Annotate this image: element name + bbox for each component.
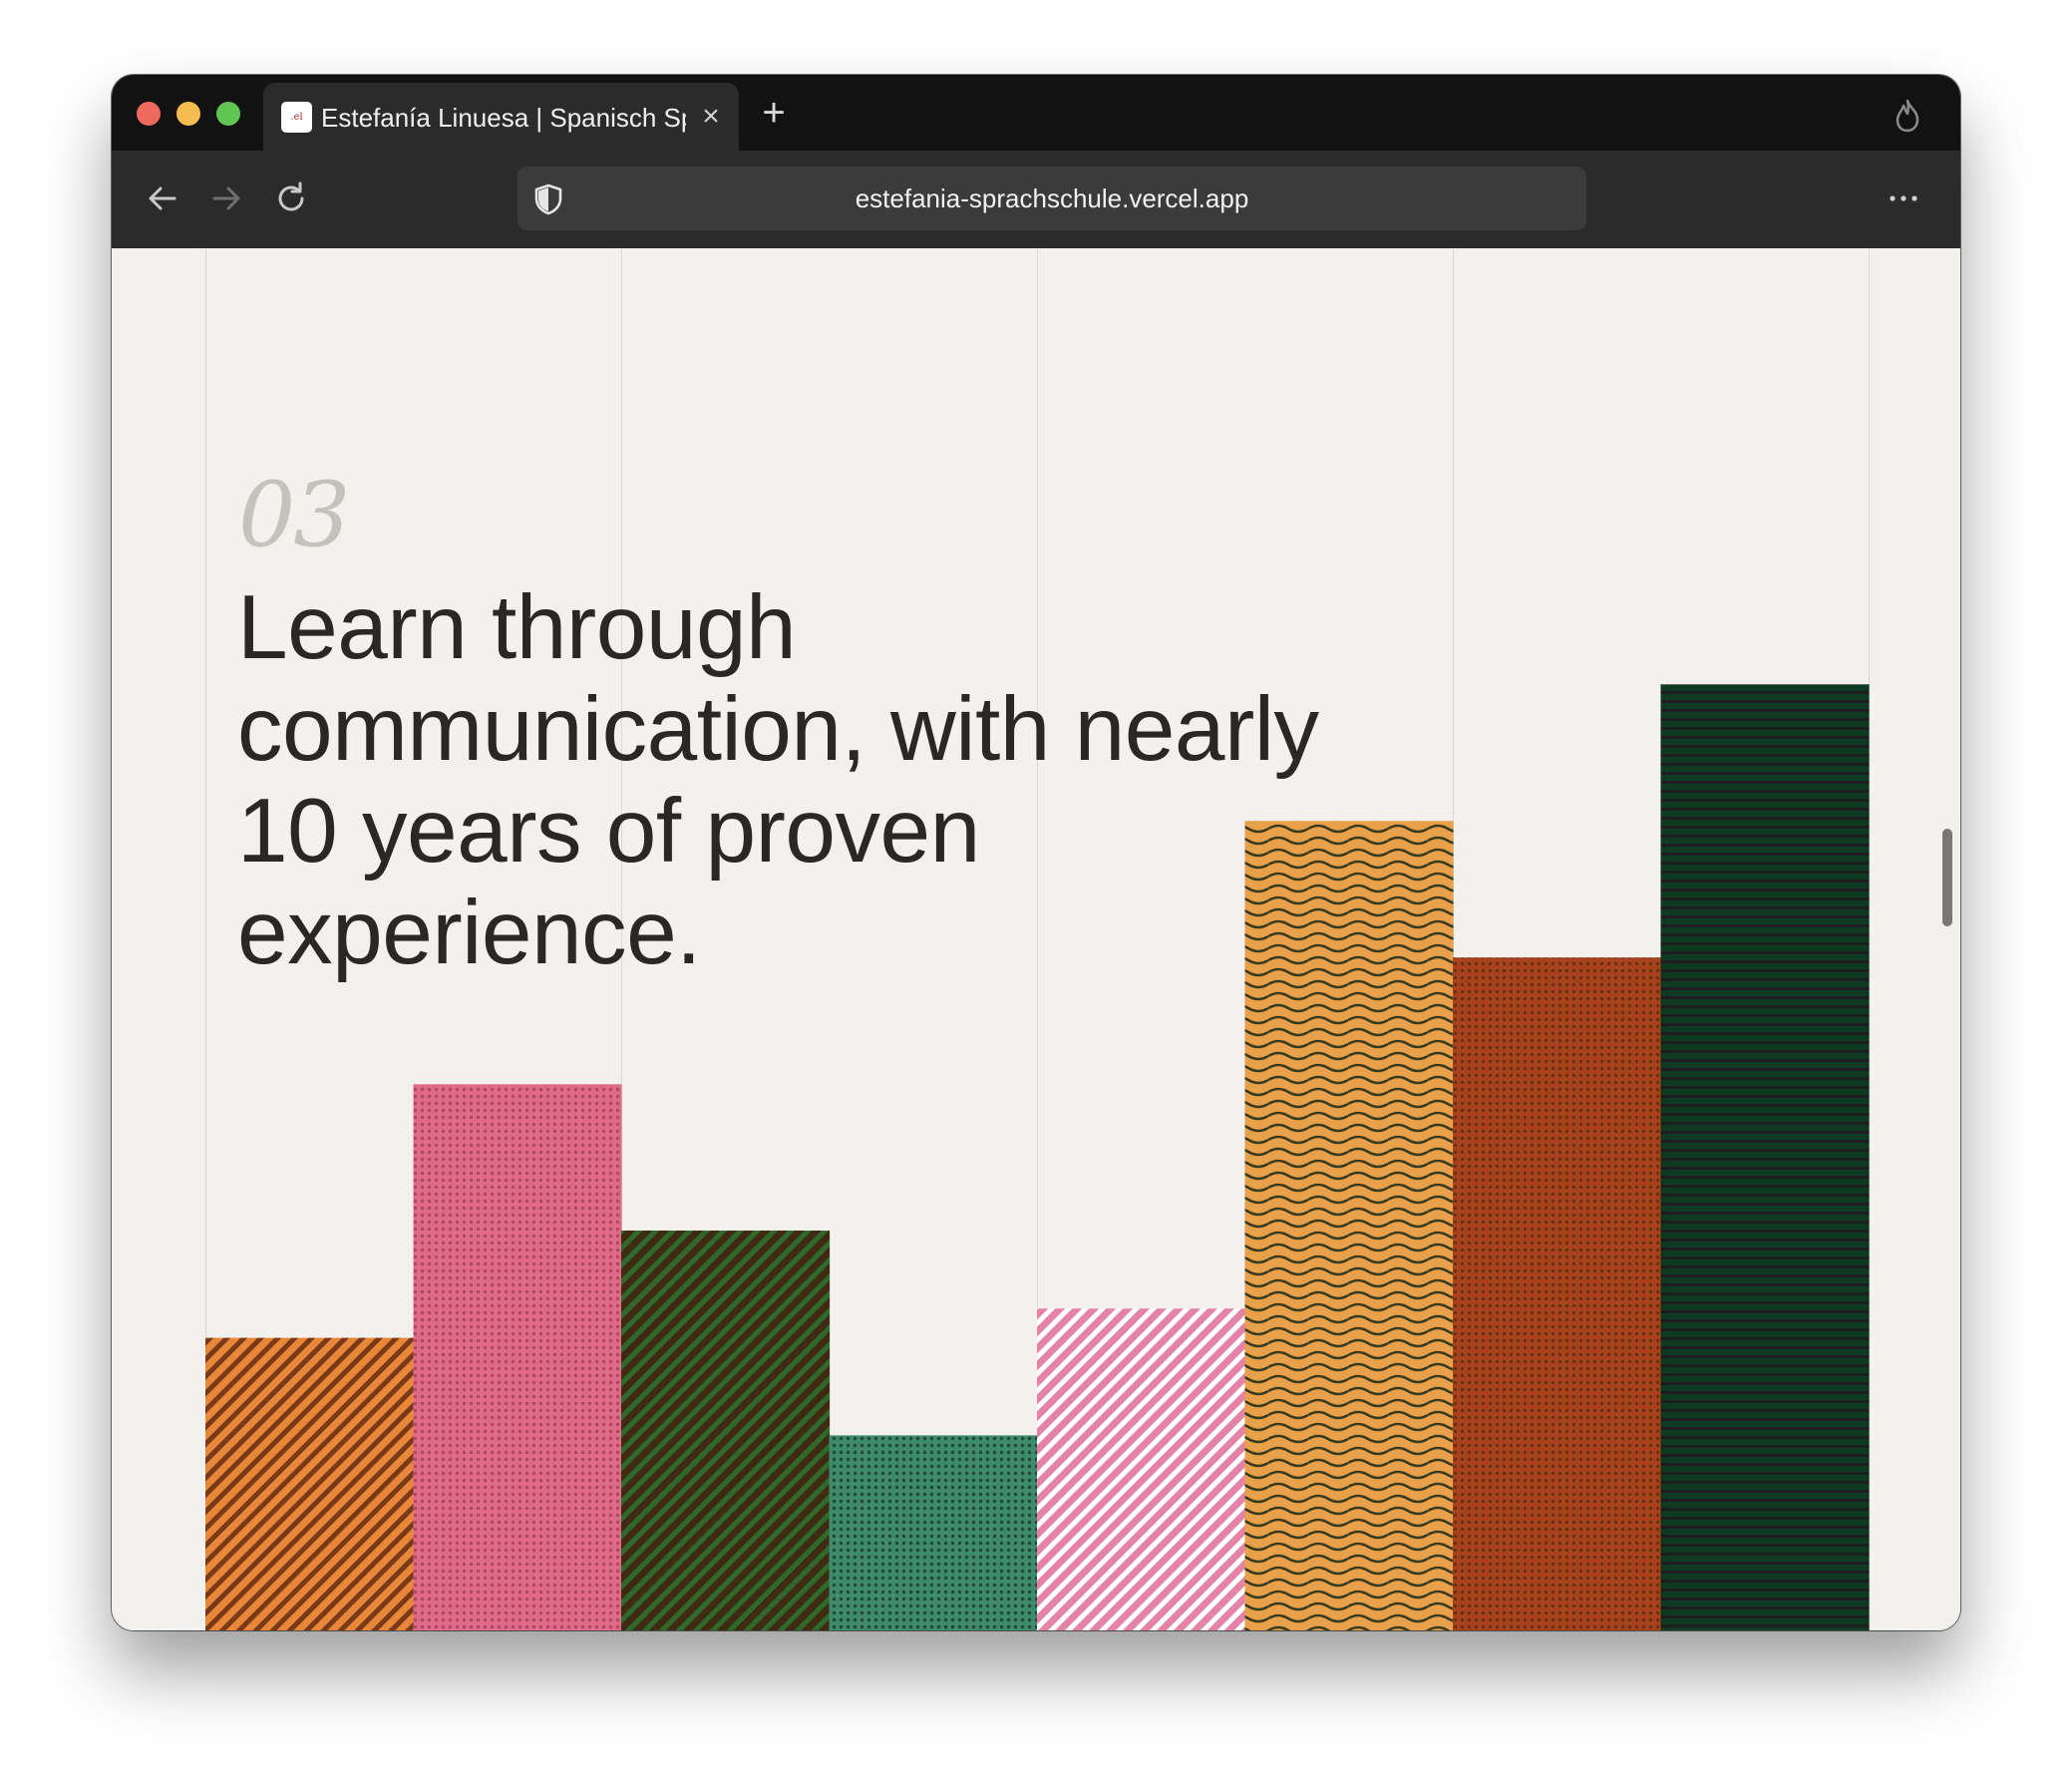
browser-window: .el Estefanía Linuesa | Spanisch Sprachs… <box>112 75 1960 1630</box>
headline-line: Learn through <box>237 577 797 678</box>
chart-bar <box>1453 957 1662 1630</box>
tab-title: Estefanía Linuesa | Spanisch Sprachschul… <box>321 103 686 133</box>
navigation-bar: estefania-sprachschule.vercel.app <box>112 151 1960 248</box>
chart-bar <box>829 1435 1038 1630</box>
url-text[interactable]: estefania-sprachschule.vercel.app <box>518 167 1586 230</box>
chart-bar <box>1660 684 1870 1630</box>
reload-icon[interactable] <box>267 175 315 222</box>
more-menu-icon[interactable] <box>1887 186 1920 210</box>
close-window-button[interactable] <box>137 102 161 126</box>
headline-line: 10 years of proven <box>237 781 980 882</box>
headline-line: communication, with nearly <box>237 679 1319 780</box>
back-arrow-icon[interactable] <box>139 175 186 222</box>
fire-icon[interactable] <box>1893 99 1922 133</box>
plus-icon[interactable]: + <box>754 93 794 134</box>
minimize-window-button[interactable] <box>176 102 200 126</box>
favicon: .el <box>281 102 312 133</box>
chart-bar <box>205 1337 415 1630</box>
scrollbar-thumb[interactable] <box>1942 829 1952 926</box>
tab-active[interactable]: .el Estefanía Linuesa | Spanisch Sprachs… <box>263 83 739 151</box>
maximize-window-button[interactable] <box>216 102 240 126</box>
page-content: 03 Learn through communication, with nea… <box>112 248 1960 1630</box>
page-title: Learn through communication, with nearly… <box>237 577 1474 984</box>
forward-arrow-icon[interactable] <box>202 175 250 222</box>
section-number: 03 <box>238 463 351 567</box>
tab-bar: .el Estefanía Linuesa | Spanisch Sprachs… <box>112 75 1960 151</box>
chart-bar <box>413 1084 622 1630</box>
close-icon[interactable]: × <box>698 102 724 132</box>
address-bar[interactable]: estefania-sprachschule.vercel.app <box>518 167 1586 230</box>
chart-bar <box>1037 1308 1246 1630</box>
headline-line: experience. <box>237 883 701 983</box>
chart-bar <box>621 1231 831 1630</box>
